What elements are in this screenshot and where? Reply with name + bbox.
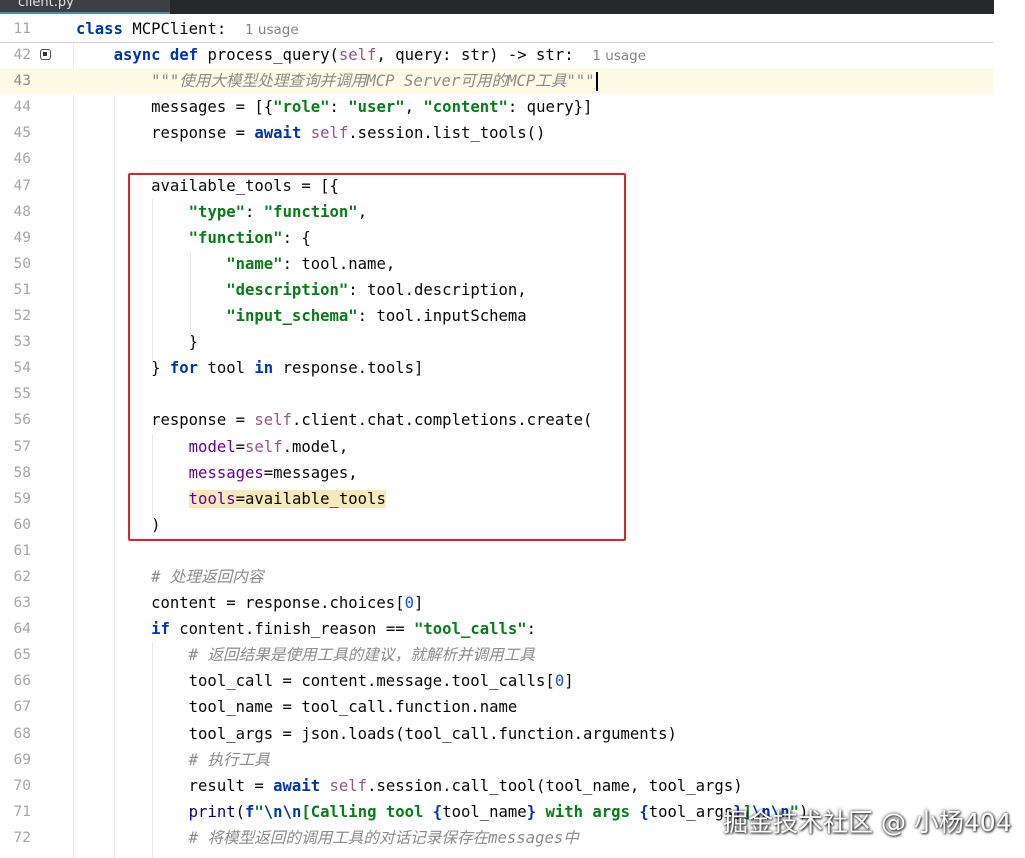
editor-tab-label: client.py (18, 0, 74, 10)
line-number: 51 (13, 281, 31, 298)
indent-guide (114, 95, 115, 858)
line-number: 46 (13, 151, 31, 168)
active-tab-indicator (0, 12, 170, 14)
code-line[interactable]: 65 # 返回结果是使用工具的建议，就解析并调用工具 (0, 642, 994, 668)
line-number: 71 (13, 803, 31, 820)
code-text: # 处理返回内容 (151, 567, 264, 586)
line-number: 62 (13, 568, 31, 585)
line-number: 69 (13, 751, 31, 768)
editor-tab-bar: client.py (0, 0, 994, 14)
line-number: 47 (13, 177, 31, 194)
code-line-current[interactable]: 43 """使用大模型处理查询并调用MCP Server可用的MCP工具""" (0, 68, 994, 95)
line-number: 68 (13, 725, 31, 742)
implementation-marker-icon[interactable] (40, 49, 51, 61)
text-caret (595, 72, 598, 92)
line-number: 44 (13, 99, 31, 116)
code-text: if content.finish_reason == "tool_calls"… (151, 620, 537, 639)
editor-tab[interactable]: client.py (0, 0, 170, 14)
line-number: 59 (13, 490, 31, 507)
line-number: 55 (13, 386, 31, 403)
line-number: 52 (13, 308, 31, 325)
line-number: 43 (13, 73, 31, 90)
line-number: 58 (13, 464, 31, 481)
code-line[interactable]: 66 tool_call = content.message.tool_call… (0, 668, 994, 694)
code-text: print(f"\n\n[Calling tool {tool_name} wi… (188, 802, 809, 821)
indent-guide (152, 642, 153, 858)
line-number: 66 (13, 673, 31, 690)
code-line[interactable]: 44 messages = [{"role": "user", "content… (0, 94, 994, 120)
line-number: 64 (13, 621, 31, 638)
line-number: 67 (13, 699, 31, 716)
code-line[interactable]: 11 class MCPClient: 1 usage (0, 16, 994, 42)
line-number: 70 (13, 777, 31, 794)
code-text: class MCPClient: 1 usage (76, 20, 299, 38)
code-line[interactable]: 70 result = await self.session.call_tool… (0, 773, 994, 799)
usage-hint[interactable]: 1 usage (592, 48, 646, 64)
line-number: 60 (13, 516, 31, 533)
line-number: 63 (13, 595, 31, 612)
code-text: content = response.choices[0] (76, 594, 424, 613)
annotation-highlight-box (128, 173, 626, 541)
code-line[interactable]: 64 if content.finish_reason == "tool_cal… (0, 616, 994, 642)
line-number: 45 (13, 125, 31, 142)
line-number: 57 (13, 438, 31, 455)
code-text: response = await self.session.list_tools… (76, 124, 546, 143)
line-number: 53 (13, 334, 31, 351)
line-number: 61 (13, 542, 31, 559)
line-number: 48 (13, 203, 31, 220)
code-text: tool_name = tool_call.function.name (76, 698, 518, 717)
line-number: 72 (13, 829, 31, 846)
code-text: # 返回结果是使用工具的建议，就解析并调用工具 (188, 646, 535, 665)
code-line[interactable]: 68 tool_args = json.loads(tool_call.func… (0, 721, 994, 747)
code-line[interactable]: 67 tool_name = tool_call.function.name (0, 694, 994, 720)
line-number: 49 (13, 229, 31, 246)
code-line[interactable]: 42 async def process_query(self, query: … (0, 42, 994, 68)
line-number: 54 (13, 360, 31, 377)
editor-right-margin (993, 14, 1025, 858)
code-text: """使用大模型处理查询并调用MCP Server可用的MCP工具""" (76, 68, 598, 94)
code-line[interactable]: 69 # 执行工具 (0, 747, 994, 773)
code-line[interactable]: 62 # 处理返回内容 (0, 564, 994, 590)
code-line[interactable]: 45 response = await self.session.list_to… (0, 120, 994, 146)
code-text: async def process_query(self, query: str… (113, 46, 647, 65)
code-line[interactable]: 63 content = response.choices[0] (0, 590, 994, 616)
code-text: messages = [{"role": "user", "content": … (76, 98, 593, 117)
code-text: tool_call = content.message.tool_calls[0… (76, 672, 574, 691)
line-number: 42 (13, 47, 31, 64)
code-text: tool_args = json.loads(tool_call.functio… (76, 724, 677, 743)
watermark: 掘金技术社区 @ 小杨404 (723, 808, 1012, 837)
line-number: 11 (13, 21, 31, 37)
code-line[interactable]: 46 (0, 146, 994, 172)
line-number: 65 (13, 647, 31, 664)
line-number: 56 (13, 412, 31, 429)
usage-hint[interactable]: 1 usage (245, 22, 299, 38)
code-text: result = await self.session.call_tool(to… (76, 776, 743, 795)
line-number: 50 (13, 255, 31, 272)
code-text: # 执行工具 (188, 750, 270, 769)
code-line[interactable]: 61 (0, 538, 994, 564)
